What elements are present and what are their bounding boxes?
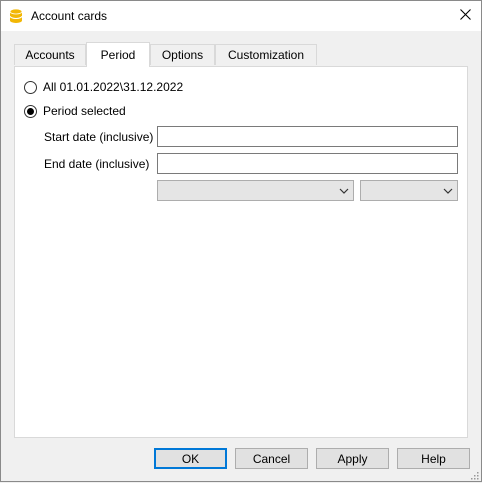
resize-grip-icon[interactable]: [469, 469, 479, 480]
start-date-input[interactable]: [157, 126, 458, 147]
help-label: Help: [421, 451, 446, 466]
cancel-button[interactable]: Cancel: [235, 448, 308, 469]
ok-label: OK: [181, 451, 200, 466]
database-icon: [9, 8, 23, 24]
apply-button[interactable]: Apply: [316, 448, 389, 469]
radio-all-label: All 01.01.2022\31.12.2022: [43, 80, 184, 94]
window-title: Account cards: [31, 9, 108, 23]
tab-label: Period: [100, 48, 136, 62]
tab-options[interactable]: Options: [150, 44, 215, 65]
chevron-down-icon: [443, 185, 453, 195]
radio-period-selected[interactable]: Period selected: [24, 104, 126, 118]
tab-label: Customization: [227, 48, 305, 62]
close-button[interactable]: [453, 4, 477, 28]
dialog-window: Account cards Accounts Period Options Cu…: [0, 0, 482, 482]
end-date-label: End date (inclusive): [44, 157, 150, 171]
tab-label: Options: [161, 48, 204, 62]
radio-button-checked[interactable]: [24, 104, 37, 118]
close-icon: [459, 9, 471, 23]
apply-label: Apply: [337, 451, 368, 466]
chevron-down-icon: [339, 185, 349, 195]
period-panel: All 01.01.2022\31.12.2022 Period selecte…: [14, 66, 468, 438]
period-combo-1[interactable]: [157, 180, 354, 201]
title-bar: Account cards: [1, 1, 481, 31]
radio-selected-label: Period selected: [43, 104, 126, 118]
start-date-label: Start date (inclusive): [44, 130, 154, 144]
tab-customization[interactable]: Customization: [215, 44, 317, 65]
cancel-label: Cancel: [252, 451, 291, 466]
help-button[interactable]: Help: [397, 448, 470, 469]
radio-all-period[interactable]: All 01.01.2022\31.12.2022: [24, 80, 183, 94]
end-date-input[interactable]: [157, 153, 458, 174]
tab-label: Accounts: [25, 48, 75, 62]
period-combo-2[interactable]: [360, 180, 458, 201]
ok-button[interactable]: OK: [154, 448, 227, 469]
tab-accounts[interactable]: Accounts: [14, 44, 86, 65]
tab-period[interactable]: Period: [86, 42, 150, 67]
radio-button-unchecked[interactable]: [24, 80, 37, 94]
